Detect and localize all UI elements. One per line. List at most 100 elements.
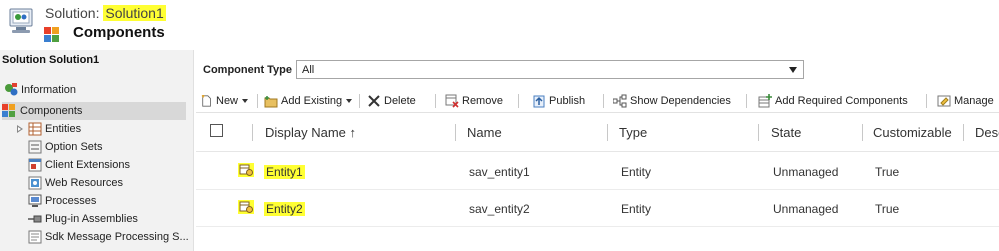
nav-item-web-resources[interactable]: Web Resources: [16, 174, 123, 192]
add-required-label: Add Required Components: [775, 94, 908, 107]
remove-button[interactable]: Remove: [445, 92, 503, 109]
nav-item-label: Entities: [45, 123, 82, 135]
add-existing-button[interactable]: Add Existing: [264, 92, 353, 109]
processes-icon: [28, 194, 42, 207]
name-cell: sav_entity2: [469, 202, 530, 216]
column-divider: [252, 124, 253, 141]
add-existing-icon: [264, 95, 278, 107]
component-type-select[interactable]: All: [296, 60, 804, 79]
add-required-components-button[interactable]: Add Required Components: [758, 92, 908, 109]
option-sets-icon: [28, 140, 42, 154]
left-navigation: Solution Solution1 Information Component…: [0, 50, 194, 251]
new-document-icon: [201, 94, 211, 107]
add-required-icon: [758, 93, 772, 107]
column-divider: [758, 124, 759, 141]
nav-item-label: Client Extensions: [45, 159, 130, 171]
component-type-value: All: [302, 64, 315, 76]
web-resources-icon: [28, 176, 42, 190]
nav-item-processes[interactable]: Processes: [16, 192, 96, 210]
toolbar-divider: [359, 94, 360, 108]
solution-icon: [9, 8, 33, 33]
client-extensions-icon: [28, 158, 42, 172]
toolbar-divider: [257, 94, 258, 108]
component-type-label: Component Type: [203, 64, 293, 76]
column-customizable[interactable]: Customizable: [873, 125, 952, 140]
remove-label: Remove: [462, 94, 503, 107]
show-dependencies-button[interactable]: Show Dependencies: [613, 92, 731, 109]
dropdown-arrow-icon: [789, 67, 797, 73]
nav-item-information[interactable]: Information: [4, 81, 76, 99]
column-description[interactable]: Desc: [975, 125, 999, 140]
column-name[interactable]: Name: [467, 125, 502, 140]
state-cell: Unmanaged: [773, 165, 839, 179]
column-divider: [862, 124, 863, 141]
entities-icon: [28, 122, 42, 136]
nav-item-label: Components: [20, 105, 83, 117]
page-title: Components: [73, 24, 165, 41]
toolbar-divider: [435, 94, 436, 108]
solution-heading: Solution: Solution1: [45, 5, 166, 21]
nav-item-components[interactable]: Components: [2, 102, 186, 120]
manage-button[interactable]: Manage: [937, 92, 994, 109]
show-dependencies-label: Show Dependencies: [630, 94, 731, 107]
column-display-name[interactable]: Display Name ↑: [265, 125, 356, 140]
components-grid-icon: [44, 27, 59, 42]
page-header: Solution: Solution1 Components: [0, 0, 999, 50]
toolbar-divider: [518, 94, 519, 108]
publish-icon: [533, 95, 545, 107]
nav-item-label: Sdk Message Processing S...: [45, 231, 189, 243]
nav-item-label: Information: [21, 84, 77, 96]
add-existing-label: Add Existing: [281, 94, 343, 107]
add-existing-dropdown-icon: [346, 98, 353, 103]
entity-icon: [238, 200, 254, 214]
nav-item-plugin-assemblies[interactable]: Plug-in Assemblies: [16, 210, 138, 228]
components-icon: [2, 104, 15, 117]
nav-item-label: Option Sets: [45, 141, 103, 153]
publish-button[interactable]: Publish: [532, 92, 585, 109]
type-cell: Entity: [621, 202, 652, 216]
customizable-cell: True: [875, 202, 900, 216]
nav-item-entities[interactable]: Entities: [16, 120, 81, 138]
column-state[interactable]: State: [771, 125, 801, 140]
table-row[interactable]: Entity2 sav_entity2 Entity Unmanaged Tru…: [196, 190, 999, 227]
column-divider: [455, 124, 456, 141]
remove-icon: [445, 94, 459, 108]
nav-item-sdk-message[interactable]: Sdk Message Processing S...: [16, 228, 189, 246]
solution-name: Solution1: [103, 5, 166, 21]
column-type[interactable]: Type: [619, 125, 647, 140]
state-cell: Unmanaged: [773, 202, 839, 216]
nav-title: Solution Solution1: [2, 54, 100, 66]
delete-x-icon: [368, 94, 380, 107]
main-content: Component Type All New Add Existing Dele: [196, 50, 999, 251]
select-all-checkbox[interactable]: [210, 124, 223, 137]
manage-icon: [937, 95, 951, 106]
display-name-cell[interactable]: Entity1: [264, 165, 305, 179]
new-button[interactable]: New: [201, 92, 249, 109]
delete-button[interactable]: Delete: [367, 92, 416, 109]
display-name-cell[interactable]: Entity2: [264, 202, 305, 216]
nav-item-label: Web Resources: [45, 177, 124, 189]
command-toolbar: New Add Existing Delete Remove Publish S…: [196, 88, 999, 113]
information-icon: [5, 83, 18, 96]
toolbar-divider: [746, 94, 747, 108]
grid-header: Display Name ↑ Name Type State Customiza…: [196, 114, 999, 152]
customizable-cell: True: [875, 165, 900, 179]
type-cell: Entity: [621, 165, 652, 179]
column-divider: [607, 124, 608, 141]
dependencies-icon: [613, 94, 627, 107]
delete-label: Delete: [384, 94, 416, 107]
manage-label: Manage: [954, 94, 994, 107]
toolbar-divider: [603, 94, 604, 108]
sdk-message-icon: [28, 230, 42, 244]
new-dropdown-icon: [242, 98, 249, 103]
expand-arrow-icon[interactable]: [16, 124, 25, 134]
column-divider: [963, 124, 964, 141]
nav-item-label: Processes: [45, 195, 97, 207]
nav-item-client-extensions[interactable]: Client Extensions: [16, 156, 130, 174]
name-cell: sav_entity1: [469, 165, 530, 179]
toolbar-divider: [926, 94, 927, 108]
nav-item-option-sets[interactable]: Option Sets: [16, 138, 102, 156]
table-row[interactable]: Entity1 sav_entity1 Entity Unmanaged Tru…: [196, 153, 999, 190]
plugin-assemblies-icon: [28, 215, 42, 223]
new-label: New: [216, 94, 239, 107]
